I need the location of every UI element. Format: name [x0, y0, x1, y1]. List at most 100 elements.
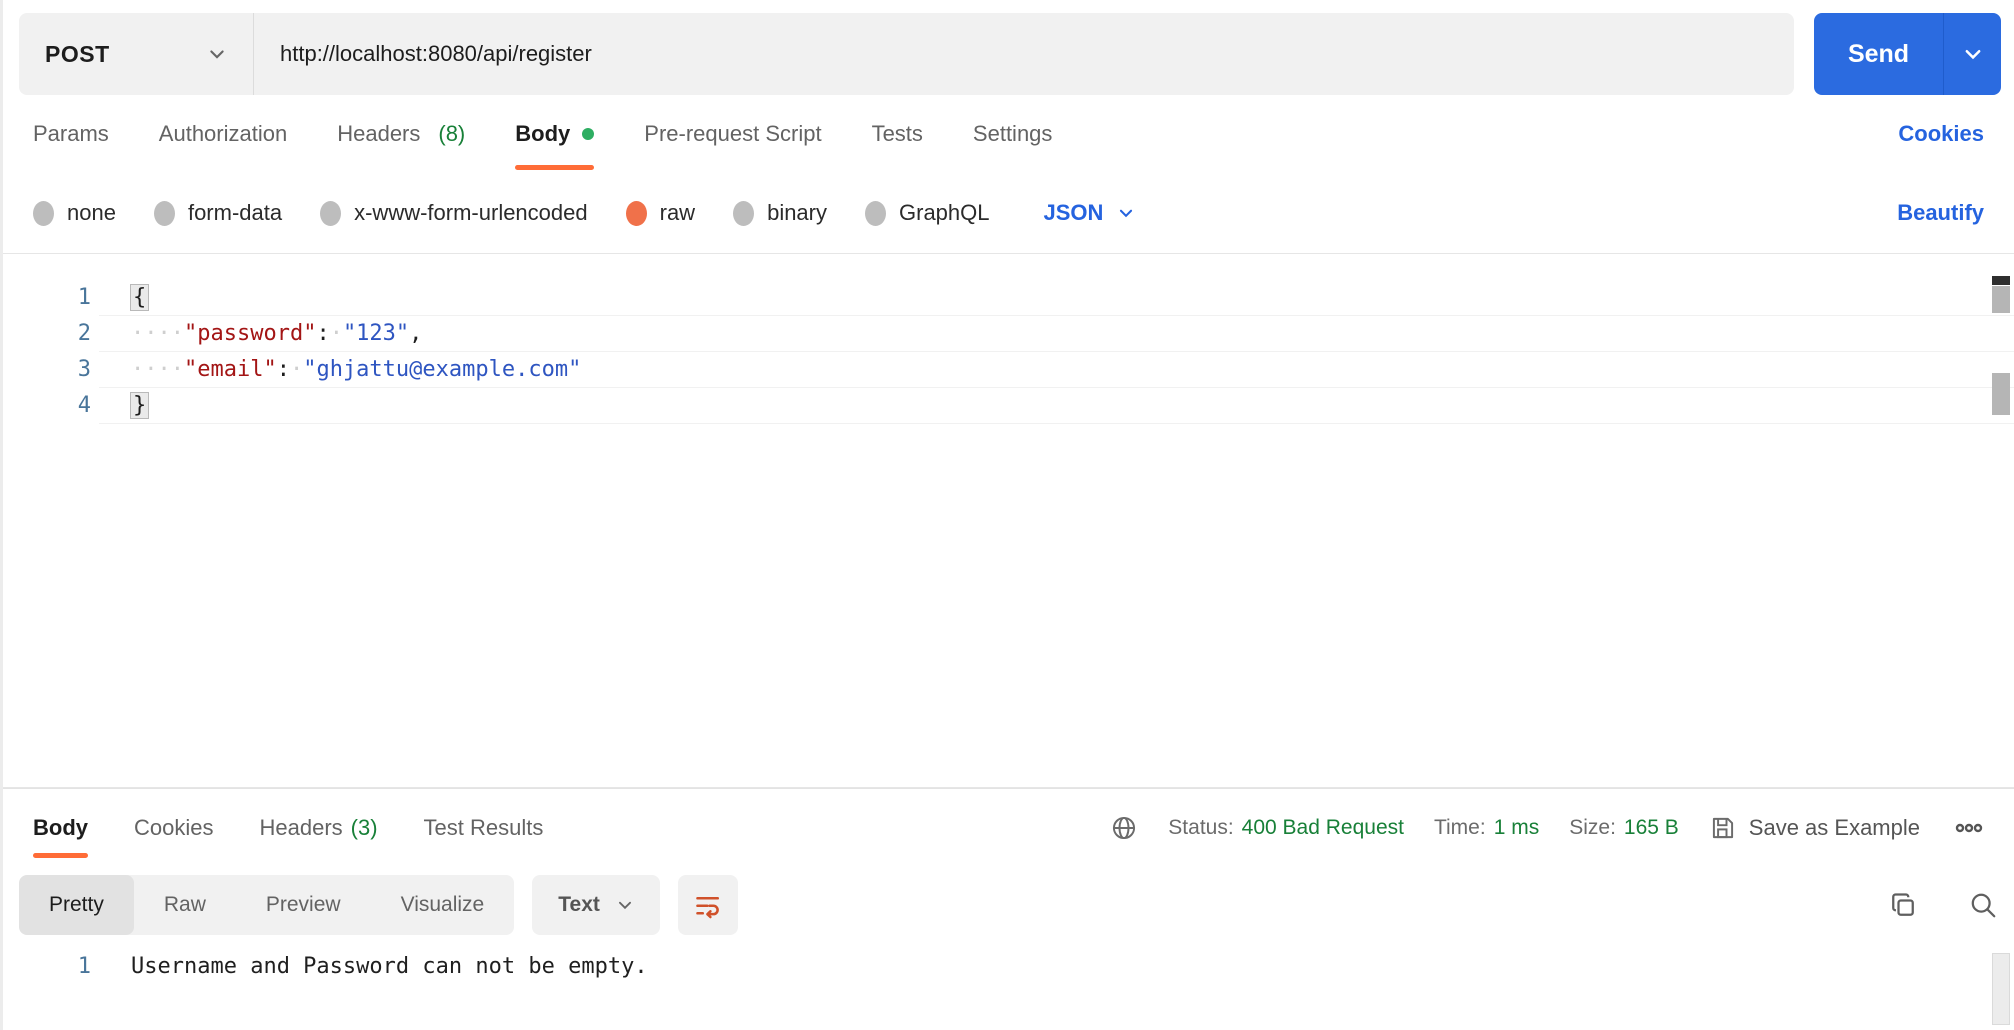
- scrollbar-thumb[interactable]: [1992, 373, 2010, 415]
- wrap-lines-button[interactable]: [677, 875, 738, 935]
- response-meta-row: Body Cookies Headers (3) Test Results Sta…: [3, 789, 2014, 867]
- code-token: ,: [409, 321, 423, 346]
- radio-icon: [153, 200, 175, 226]
- code-token: :: [316, 321, 330, 346]
- network-globe-icon[interactable]: [1110, 814, 1138, 842]
- tab-settings[interactable]: Settings: [973, 95, 1053, 173]
- chevron-down-icon: [1120, 209, 1133, 218]
- code-token: "email": [183, 357, 277, 382]
- tab-label: Tests: [871, 121, 923, 146]
- active-tab-underline: [33, 853, 88, 858]
- headers-count: (8): [438, 121, 466, 146]
- line-number: 1: [77, 285, 91, 310]
- tab-tests[interactable]: Tests: [872, 95, 923, 173]
- save-as-example-button[interactable]: Save as Example: [1709, 814, 1920, 842]
- request-tabs: Params Authorization Headers (8) Body Pre…: [3, 95, 2014, 173]
- code-token: :: [276, 357, 290, 382]
- request-editor-lines: 1{2 ····"password":·"123", 3 ····"email":·"…: [3, 280, 2014, 424]
- save-icon: [1712, 817, 1733, 839]
- mode-graphql[interactable]: GraphQL: [865, 200, 990, 226]
- code-token: ····: [131, 321, 184, 346]
- line-number: 4: [77, 393, 91, 418]
- chevron-down-icon: [210, 50, 224, 59]
- send-options-button[interactable]: [1944, 13, 2001, 95]
- tab-label: Pre-request Script: [644, 121, 822, 146]
- tab-headers[interactable]: Headers (8): [337, 95, 465, 173]
- tab-label: Headers: [259, 815, 343, 840]
- code-token: ·: [329, 321, 343, 346]
- time-badge: Time: 1 ms: [1434, 816, 1539, 840]
- beautify-link[interactable]: Beautify: [1897, 200, 1984, 226]
- postman-request-view: POST Send Params Authorization Headers (8…: [0, 0, 2014, 1030]
- status-badge: Status: 400 Bad Request: [1168, 816, 1404, 840]
- url-input[interactable]: [254, 13, 1794, 95]
- response-tab-cookies[interactable]: Cookies: [134, 789, 213, 867]
- editor-scrollbar[interactable]: [1990, 254, 2012, 787]
- time-value: 1 ms: [1493, 816, 1540, 839]
- code-line: 1 Username and Password can not be empty.: [3, 949, 2014, 985]
- chevron-down-icon: [618, 901, 631, 910]
- view-visualize[interactable]: Visualize: [371, 875, 515, 935]
- status-value: 400 Bad Request: [1241, 816, 1404, 839]
- response-body[interactable]: 1 Username and Password can not be empty.: [3, 949, 2014, 1030]
- url-bar: POST: [19, 13, 1794, 95]
- status-label: Status:: [1168, 816, 1234, 839]
- mode-x-www-form-urlencoded[interactable]: x-www-form-urlencoded: [320, 200, 588, 226]
- code-token: {: [129, 284, 150, 311]
- tab-pre-request-script[interactable]: Pre-request Script: [644, 95, 821, 173]
- code-token: ·: [289, 357, 304, 382]
- mode-binary[interactable]: binary: [733, 200, 827, 226]
- mode-label: form-data: [187, 200, 283, 225]
- mode-label: GraphQL: [899, 200, 990, 225]
- code-line: 2 ····"password":·"123",: [3, 316, 2014, 352]
- tab-body[interactable]: Body: [515, 95, 595, 173]
- more-dots-icon: [1955, 823, 1983, 833]
- request-body-editor[interactable]: 1{2 ····"password":·"123", 3 ····"email":·"…: [3, 253, 2014, 788]
- radio-icon: [865, 200, 886, 226]
- more-options-button[interactable]: [1950, 809, 1988, 847]
- response-toolbar: Pretty Raw Preview Visualize Text: [19, 875, 1998, 935]
- response-tab-body[interactable]: Body: [33, 789, 88, 867]
- response-pane: Body Cookies Headers (3) Test Results Sta…: [3, 788, 2014, 1030]
- scrollbar-annotation: [1992, 276, 2010, 285]
- wrap-lines-icon: [696, 896, 719, 919]
- save-as-example-label: Save as Example: [1748, 815, 1920, 840]
- copy-icon: [1892, 893, 1914, 916]
- url-row: POST Send: [19, 13, 2001, 95]
- view-preview[interactable]: Preview: [236, 875, 371, 935]
- mode-raw[interactable]: raw: [625, 200, 695, 226]
- tab-label: Authorization: [158, 121, 288, 146]
- code-token: ····: [131, 357, 184, 382]
- body-mode-row: none form-data x-www-form-urlencoded raw…: [3, 173, 2014, 253]
- line-content: }: [99, 388, 2014, 424]
- language-select[interactable]: JSON: [1044, 200, 1136, 226]
- line-content: Username and Password can not be empty.: [131, 954, 648, 979]
- method-label: POST: [45, 40, 110, 67]
- method-select[interactable]: POST: [19, 13, 253, 95]
- copy-button[interactable]: [1888, 890, 1918, 920]
- mode-none[interactable]: none: [33, 200, 116, 226]
- cookies-link[interactable]: Cookies: [1898, 121, 1984, 147]
- radio-icon: [733, 200, 755, 226]
- chevron-down-icon: [1965, 50, 1980, 60]
- radio-icon: [320, 200, 342, 226]
- search-icon: [1971, 893, 1996, 918]
- code-line: 3 ····"email":·"ghjattu@example.com": [3, 352, 2014, 388]
- search-button[interactable]: [1968, 890, 1998, 920]
- line-content: ····"password":·"123",: [99, 316, 2014, 352]
- view-raw[interactable]: Raw: [134, 875, 236, 935]
- format-select[interactable]: Text: [532, 875, 660, 935]
- view-pretty[interactable]: Pretty: [19, 875, 134, 935]
- tab-params[interactable]: Params: [33, 95, 109, 173]
- response-tab-test-results[interactable]: Test Results: [424, 789, 544, 867]
- response-tab-headers[interactable]: Headers (3): [259, 789, 377, 867]
- size-badge: Size: 165 B: [1569, 816, 1679, 840]
- tab-label: Test Results: [423, 815, 544, 840]
- send-button[interactable]: Send: [1814, 13, 1943, 95]
- tab-authorization[interactable]: Authorization: [159, 95, 287, 173]
- mode-form-data[interactable]: form-data: [153, 200, 283, 226]
- radio-selected-icon: [625, 200, 647, 226]
- headers-count: (3): [350, 815, 378, 840]
- response-scrollbar-thumb[interactable]: [1992, 953, 2010, 1025]
- scrollbar-thumb[interactable]: [1992, 286, 2010, 313]
